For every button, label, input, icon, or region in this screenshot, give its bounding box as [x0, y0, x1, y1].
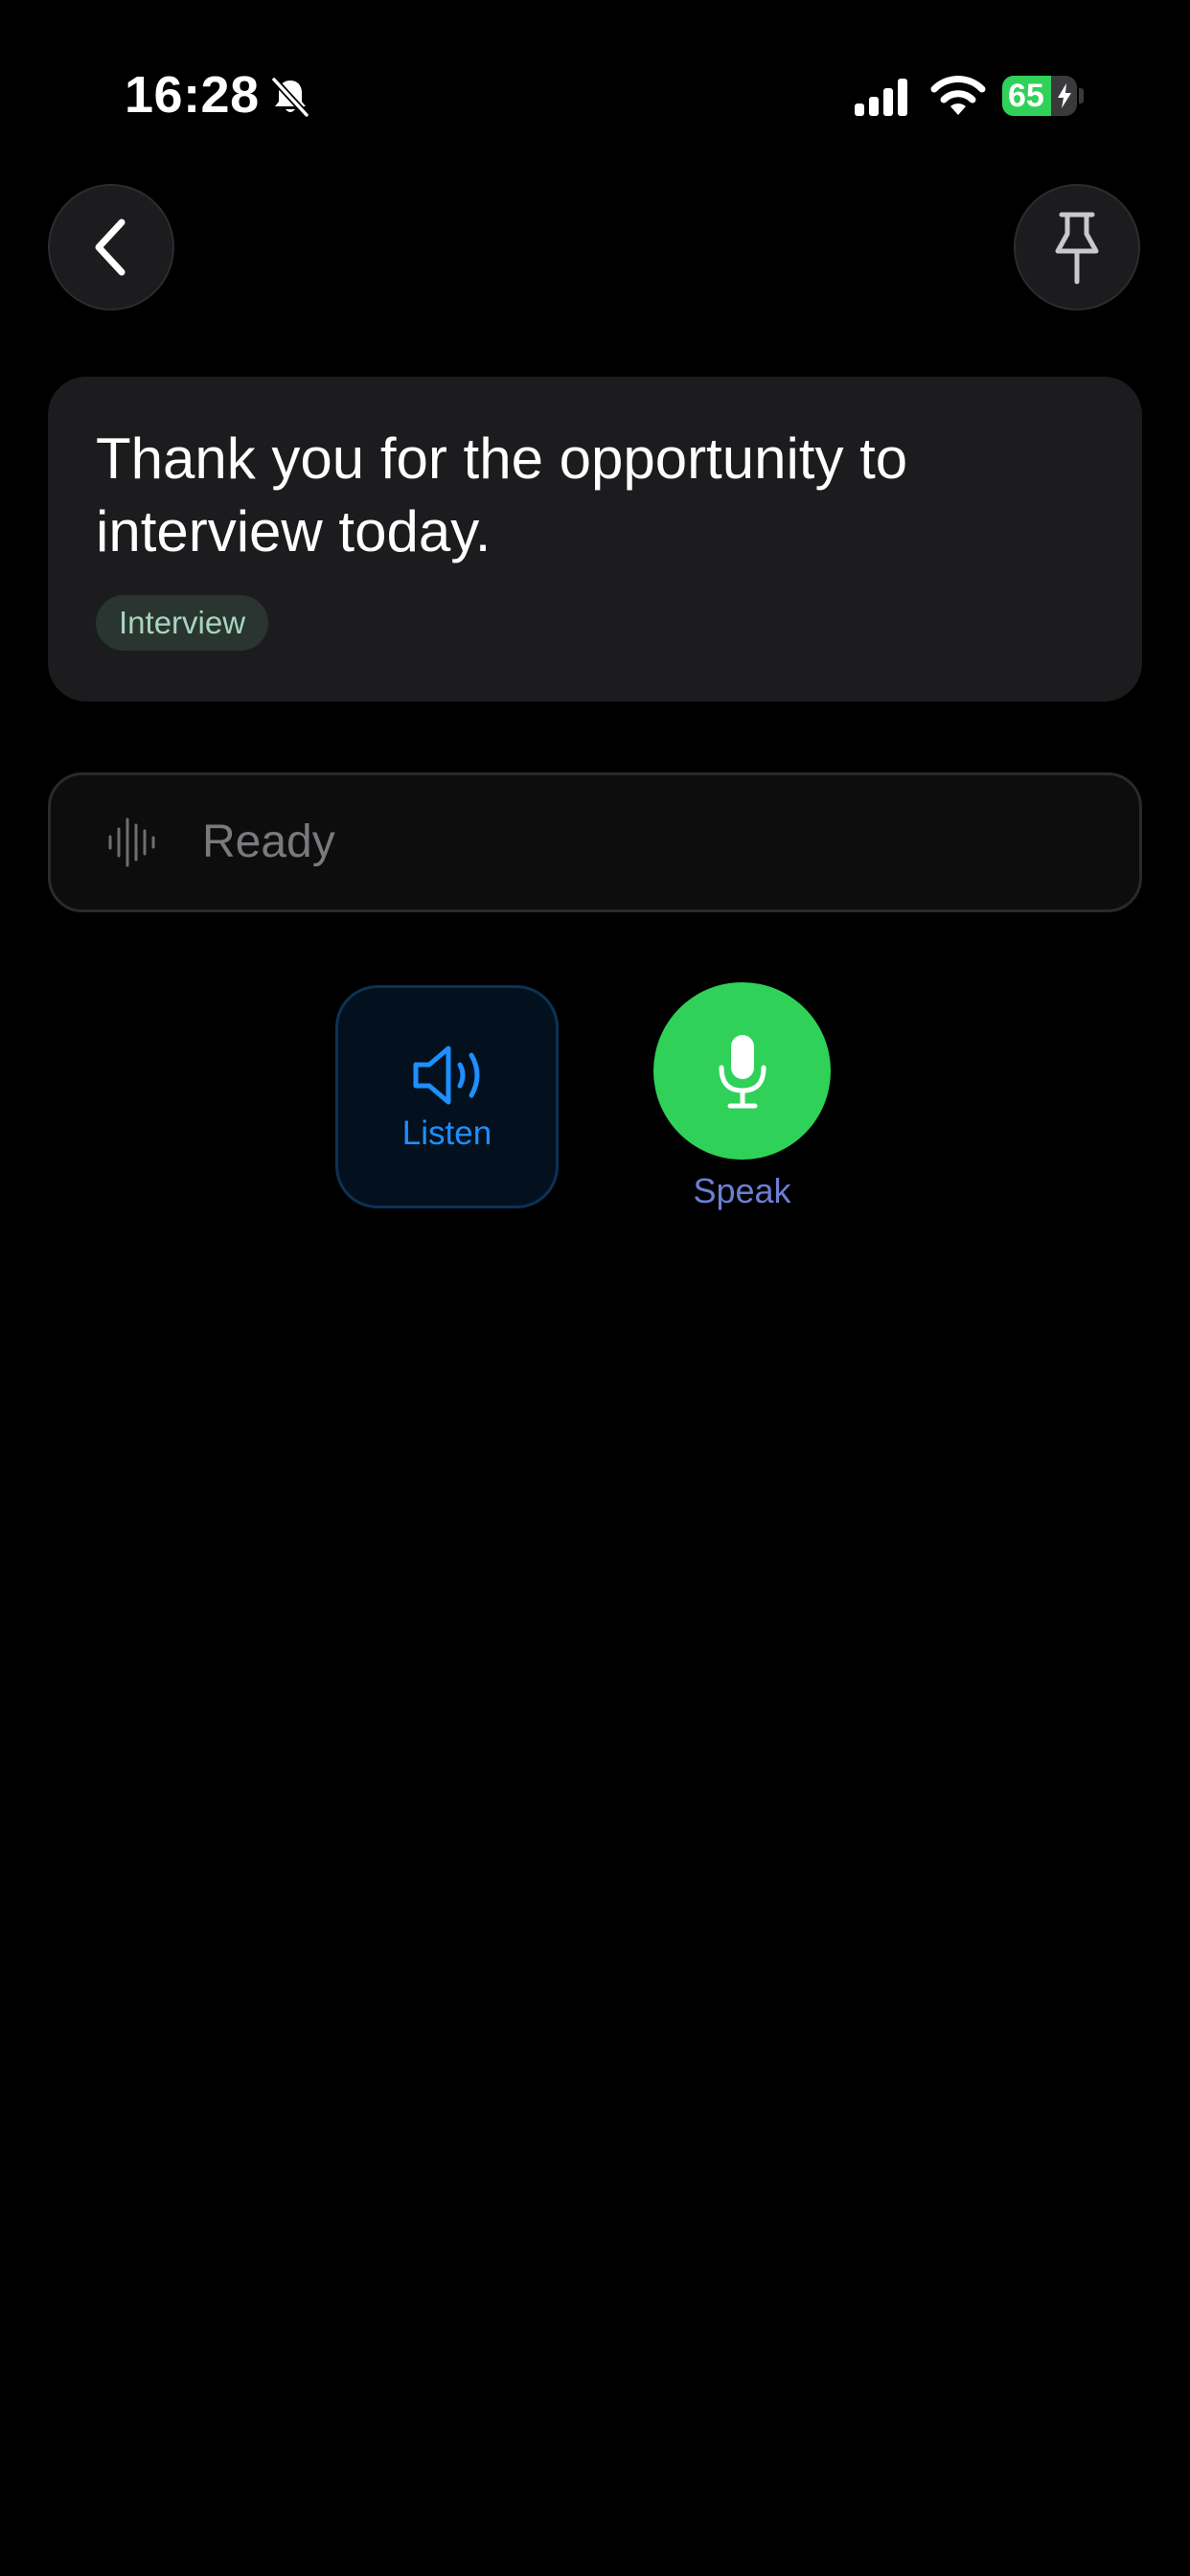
listen-label: Listen [401, 1115, 492, 1152]
status-bar: 16:28 65 [0, 0, 1190, 192]
waveform-icon [108, 817, 155, 867]
bolt-icon [1058, 83, 1071, 108]
battery-level: 65 [1008, 78, 1044, 114]
pin-icon [1055, 212, 1099, 285]
pin-button[interactable] [1014, 184, 1140, 310]
recognition-status-text: Ready [202, 816, 335, 867]
chevron-left-icon [95, 218, 126, 276]
cellular-signal-icon [855, 79, 907, 116]
bell-slash-icon [271, 77, 309, 118]
category-tag: Interview [96, 595, 269, 651]
back-button[interactable] [48, 184, 174, 310]
phrase-text: Thank you for the opportunity to intervi… [96, 426, 908, 564]
microphone-icon [719, 1034, 766, 1108]
wifi-icon [930, 76, 986, 115]
status-time: 16:28 [125, 66, 260, 124]
listen-button[interactable]: Listen [335, 985, 559, 1208]
speak-label: Speak [693, 1171, 791, 1210]
recognition-status-box: Ready [48, 772, 1142, 912]
battery-charging-icon: 65 [1002, 76, 1085, 116]
speak-button[interactable] [653, 982, 831, 1160]
speaker-wave-icon [413, 1046, 480, 1105]
phrase-card: Thank you for the opportunity to intervi… [48, 377, 1142, 702]
